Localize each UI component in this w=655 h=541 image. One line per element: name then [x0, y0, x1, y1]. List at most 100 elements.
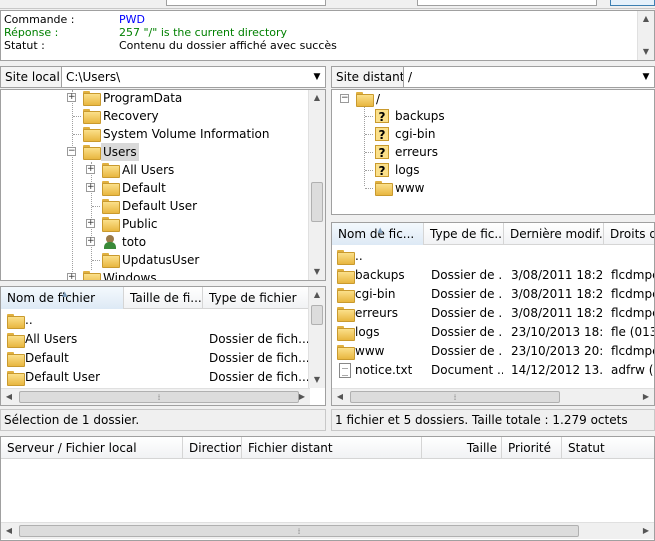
- list-item[interactable]: notice.txt Document ... 14/12/2012 13...…: [332, 361, 654, 380]
- column-header-name[interactable]: ▲ Nom de fic...: [332, 223, 424, 245]
- log-value: PWD: [119, 13, 145, 26]
- list-item[interactable]: www Dossier de ... 23/10/2013 20:... flc…: [332, 342, 654, 361]
- remote-tree-panel[interactable]: − / ? backups ? cgi-bin ? erreurs ? logs…: [331, 89, 655, 215]
- remote-file-list[interactable]: ▲ Nom de fic... Type de fic... Dernière …: [331, 222, 655, 406]
- expand-icon[interactable]: +: [86, 237, 95, 246]
- column-header-direction[interactable]: Direction: [183, 437, 242, 459]
- list-item[interactable]: cgi-bin Dossier de ... 3/08/2011 18:2...…: [332, 285, 654, 304]
- scroll-thumb[interactable]: ⁞: [19, 525, 579, 537]
- remote-list-hscrollbar[interactable]: ◀ ⁞ ▶: [332, 388, 654, 405]
- scroll-down-icon[interactable]: ▼: [309, 372, 325, 388]
- tree-item-public[interactable]: + Public: [1, 215, 301, 233]
- expand-icon[interactable]: +: [86, 183, 95, 192]
- tree-item-www[interactable]: www: [332, 179, 632, 197]
- tree-item-all-users[interactable]: + All Users: [1, 161, 301, 179]
- log-value: Contenu du dossier affiché avec succès: [119, 39, 337, 52]
- scroll-right-icon[interactable]: ▶: [638, 523, 654, 539]
- scroll-thumb[interactable]: ⁞: [19, 391, 299, 403]
- list-item[interactable]: backups Dossier de ... 3/08/2011 18:2...…: [332, 266, 654, 285]
- file-type: Dossier de ...: [431, 268, 503, 282]
- column-header-type[interactable]: Type de fic...: [424, 223, 504, 245]
- local-list-vscrollbar[interactable]: ▲ ▼: [308, 287, 325, 388]
- column-header-rights[interactable]: Droits d: [604, 223, 654, 245]
- top-toolbar-strip: [0, 0, 655, 9]
- scroll-right-icon[interactable]: ▶: [294, 389, 310, 405]
- local-tree-scrollbar[interactable]: ▲ ▼: [308, 90, 325, 280]
- tree-item-recovery[interactable]: Recovery: [1, 107, 301, 125]
- column-header-remote-file[interactable]: Fichier distant: [242, 437, 422, 459]
- scroll-down-icon[interactable]: ▼: [638, 44, 654, 60]
- scroll-up-icon[interactable]: ▲: [309, 90, 325, 106]
- scroll-thumb[interactable]: ⁞: [350, 391, 560, 403]
- tree-item-toto[interactable]: + toto: [1, 233, 301, 251]
- tree-item-label: Default User: [122, 199, 198, 213]
- scroll-left-icon[interactable]: ◀: [1, 523, 17, 539]
- scroll-up-icon[interactable]: ▲: [309, 287, 325, 303]
- tree-item-system-volume-information[interactable]: System Volume Information: [1, 125, 301, 143]
- tree-item-windows[interactable]: + Windows: [1, 269, 301, 280]
- scroll-left-icon[interactable]: ◀: [1, 389, 17, 405]
- column-header-size[interactable]: Taille: [422, 437, 502, 459]
- list-item[interactable]: erreurs Dossier de ... 3/08/2011 18:2...…: [332, 304, 654, 323]
- tree-item-programdata[interactable]: + ProgramData: [1, 90, 301, 107]
- column-header-status[interactable]: Statut: [562, 437, 654, 459]
- tree-item-cgi-bin[interactable]: ? cgi-bin: [332, 125, 632, 143]
- list-item[interactable]: Default User Dossier de fich...: [1, 368, 310, 387]
- tree-item-users[interactable]: − Users: [1, 143, 301, 161]
- folder-icon: [337, 250, 355, 265]
- log-value: 257 "/" is the current directory: [119, 26, 288, 39]
- chevron-down-icon[interactable]: ▼: [309, 67, 325, 87]
- queue-hscrollbar[interactable]: ◀ ⁞ ▶: [1, 522, 654, 539]
- tree-item-root[interactable]: − /: [332, 90, 632, 108]
- list-item[interactable]: ..: [332, 247, 654, 266]
- collapse-icon[interactable]: −: [67, 147, 76, 156]
- tree-item-default-user[interactable]: Default User: [1, 197, 301, 215]
- scroll-thumb[interactable]: [311, 305, 323, 325]
- tree-item-updatususer[interactable]: UpdatusUser: [1, 251, 301, 269]
- expand-icon[interactable]: +: [86, 219, 95, 228]
- list-item[interactable]: All Users Dossier de fich...: [1, 330, 310, 349]
- folder-icon: [83, 271, 101, 280]
- expand-icon[interactable]: +: [86, 165, 95, 174]
- column-header-name[interactable]: ▲ Nom de fichier: [1, 287, 124, 309]
- expand-icon[interactable]: +: [67, 93, 76, 102]
- log-key: Commande :: [4, 13, 75, 26]
- column-header-size[interactable]: Taille de fi...: [124, 287, 203, 309]
- tree-item-default[interactable]: + Default: [1, 179, 301, 197]
- local-path-combo[interactable]: C:\Users\ ▼: [61, 66, 326, 88]
- log-key: Statut :: [4, 39, 45, 52]
- folder-icon: [83, 145, 101, 160]
- list-item[interactable]: ..: [1, 311, 310, 330]
- file-type: Dossier de fich...: [209, 351, 309, 365]
- tree-item-label: ProgramData: [103, 91, 183, 105]
- list-item[interactable]: logs Dossier de ... 23/10/2013 18:... fl…: [332, 323, 654, 342]
- scroll-right-icon[interactable]: ▶: [638, 389, 654, 405]
- scroll-left-icon[interactable]: ◀: [332, 389, 348, 405]
- column-header-local-file[interactable]: Serveur / Fichier local: [1, 437, 183, 459]
- quickconnect-field[interactable]: [166, 0, 326, 6]
- local-list-hscrollbar[interactable]: ◀ ⁞ ▶: [1, 388, 310, 405]
- tree-item-logs[interactable]: ? logs: [332, 161, 632, 179]
- column-header-modified[interactable]: Dernière modif...: [504, 223, 604, 245]
- log-scrollbar[interactable]: ▲ ▼: [637, 11, 654, 60]
- chevron-down-icon[interactable]: ▼: [638, 67, 654, 87]
- scroll-thumb[interactable]: [311, 182, 323, 222]
- tree-item-label: www: [395, 181, 425, 195]
- quickconnect-button[interactable]: [610, 0, 655, 6]
- column-header-priority[interactable]: Priorité: [502, 437, 562, 459]
- remote-path-combo[interactable]: / ▼: [403, 66, 655, 88]
- column-header-type[interactable]: Type de fichier: [203, 287, 310, 309]
- local-tree-panel[interactable]: + ProgramData Recovery System Volume Inf…: [0, 89, 326, 281]
- collapse-icon[interactable]: −: [340, 94, 349, 103]
- quickconnect-field-2[interactable]: [417, 0, 597, 6]
- list-item[interactable]: Default Dossier de fich...: [1, 349, 310, 368]
- local-site-bar: Site local : C:\Users\ ▼: [0, 66, 326, 88]
- file-modified: 3/08/2011 18:2...: [511, 268, 603, 282]
- scroll-down-icon[interactable]: ▼: [309, 264, 325, 280]
- tree-item-backups[interactable]: ? backups: [332, 107, 632, 125]
- expand-icon[interactable]: +: [67, 273, 76, 280]
- tree-item-erreurs[interactable]: ? erreurs: [332, 143, 632, 161]
- local-file-list[interactable]: ▲ Nom de fichier Taille de fi... Type de…: [0, 286, 326, 406]
- scroll-up-icon[interactable]: ▲: [638, 11, 654, 27]
- transfer-queue[interactable]: Serveur / Fichier local Direction Fichie…: [0, 436, 655, 541]
